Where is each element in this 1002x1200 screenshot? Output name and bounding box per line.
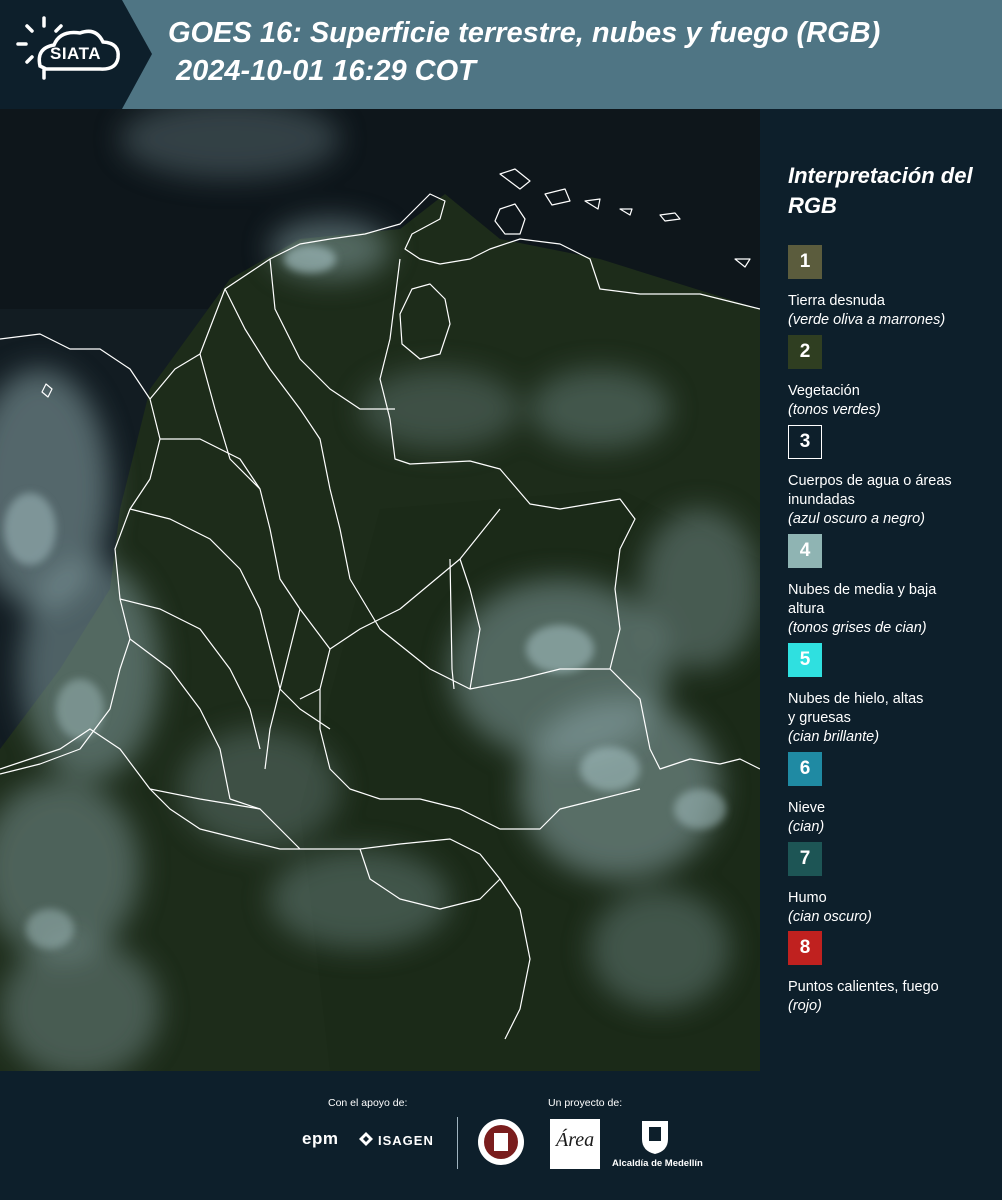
swatch-6: 6: [788, 752, 822, 786]
alcaldia-logo: Alcaldía de Medellín: [612, 1158, 703, 1169]
legend-item-label: Cuerpos de agua o áreas inundadas: [788, 473, 952, 508]
swatch-7: 7: [788, 842, 822, 876]
legend-item-bare-soil: 1 Tierra desnuda (verde oliva a marrones…: [788, 245, 998, 330]
footer: Con el apoyo de: Un proyecto de: epm ISA…: [0, 1071, 1002, 1200]
legend-title: Interpretación del RGB: [788, 163, 973, 218]
alcaldia-crest-icon: [642, 1121, 668, 1154]
legend-item-water: 3 Cuerpos de agua o áreas inundadas (azu…: [788, 425, 998, 529]
legend-item-fire: 8 Puntos calientes, fuego (rojo): [788, 931, 998, 1016]
legend-item-label: Tierra desnuda: [788, 293, 885, 309]
siata-logo-text: SIATA: [50, 44, 101, 63]
epm-logo: epm: [302, 1129, 339, 1148]
legend-item-label: Puntos calientes, fuego: [788, 979, 939, 995]
legend-item-sub: (tonos grises de cian): [788, 620, 927, 636]
title-line-1: GOES 16: Superficie terrestre, nubes y f…: [168, 17, 881, 49]
legend-item-ice-clouds: 5 Nubes de hielo, altas y gruesas (cian …: [788, 643, 998, 747]
isagen-mark-icon: [359, 1132, 373, 1146]
legend-item-sub: (cian oscuro): [788, 909, 872, 925]
seal-logo-icon: [478, 1119, 524, 1165]
swatch-5: 5: [788, 643, 822, 677]
swatch-8: 8: [788, 931, 822, 965]
satellite-map: [0, 109, 760, 1071]
footer-divider: [457, 1117, 458, 1169]
legend-item-label: Humo: [788, 890, 827, 906]
legend-item-low-clouds: 4 Nubes de media y baja altura (tonos gr…: [788, 534, 998, 638]
amva-logo-text: Área: [556, 1129, 595, 1151]
legend-panel: Interpretación del RGB 1 Tierra desnuda …: [760, 109, 1002, 1071]
project-label: Un proyecto de:: [548, 1097, 623, 1109]
swatch-1: 1: [788, 245, 822, 279]
page-title: GOES 16: Superficie terrestre, nubes y f…: [168, 14, 998, 90]
legend-item-smoke: 7 Humo (cian oscuro): [788, 842, 998, 927]
legend-item-sub: (cian): [788, 819, 825, 835]
swatch-4: 4: [788, 534, 822, 568]
siata-logo: SIATA: [0, 0, 160, 109]
support-label: Con el apoyo de:: [328, 1097, 408, 1109]
legend-item-sub: (tonos verdes): [788, 402, 881, 418]
legend-item-sub: (cian brillante): [788, 729, 880, 745]
title-line-2: 2024-10-01 16:29 COT: [176, 55, 476, 87]
swatch-2: 2: [788, 335, 822, 369]
legend-item-label: Nubes de media y baja altura: [788, 582, 937, 617]
isagen-logo: ISAGEN: [378, 1133, 434, 1148]
legend-item-vegetation: 2 Vegetación (tonos verdes): [788, 335, 998, 420]
legend-item-snow: 6 Nieve (cian): [788, 752, 998, 837]
swatch-3: 3: [788, 425, 822, 459]
satellite-image: [0, 109, 760, 1071]
legend-item-sub: (azul oscuro a negro): [788, 511, 926, 527]
legend-item-label: Vegetación: [788, 383, 860, 399]
legend-item-label: Nubes de hielo, altas y gruesas: [788, 691, 924, 726]
legend-item-sub: (verde oliva a marrones): [788, 312, 946, 328]
header: SIATA GOES 16: Superficie terrestre, nub…: [0, 0, 1002, 109]
amva-logo: Área: [550, 1119, 600, 1169]
legend-item-label: Nieve: [788, 800, 826, 816]
legend-item-sub: (rojo): [788, 998, 822, 1014]
